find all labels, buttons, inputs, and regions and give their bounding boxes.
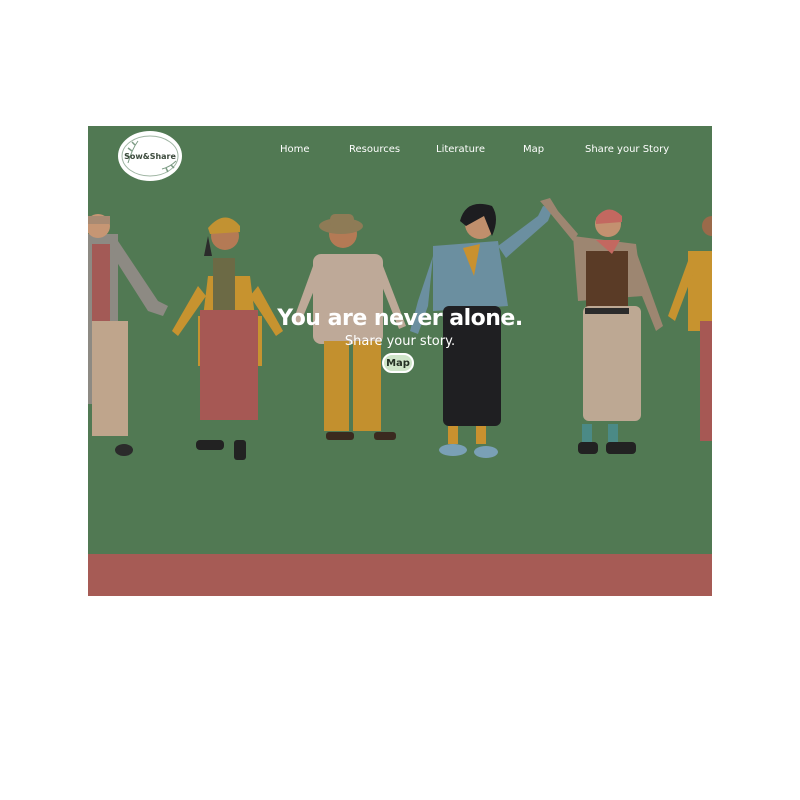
nav-map[interactable]: Map <box>523 144 544 155</box>
nav-share-your-story[interactable]: Share your Story <box>585 144 669 155</box>
logo[interactable]: Sow&Share <box>118 131 182 181</box>
website-frame: Sow&Share Home Resources Literature Map … <box>88 126 712 596</box>
map-button[interactable]: Map <box>382 353 414 373</box>
nav-home[interactable]: Home <box>280 144 310 155</box>
nav-literature[interactable]: Literature <box>436 144 485 155</box>
nav-resources[interactable]: Resources <box>349 144 400 155</box>
hero-title: You are never alone. <box>277 306 523 331</box>
hero-subtitle: Share your story. <box>344 334 456 349</box>
main-nav: Home Resources Literature Map Share your… <box>88 144 712 160</box>
footer-band <box>88 554 712 596</box>
logo-text: Sow&Share <box>124 151 176 161</box>
